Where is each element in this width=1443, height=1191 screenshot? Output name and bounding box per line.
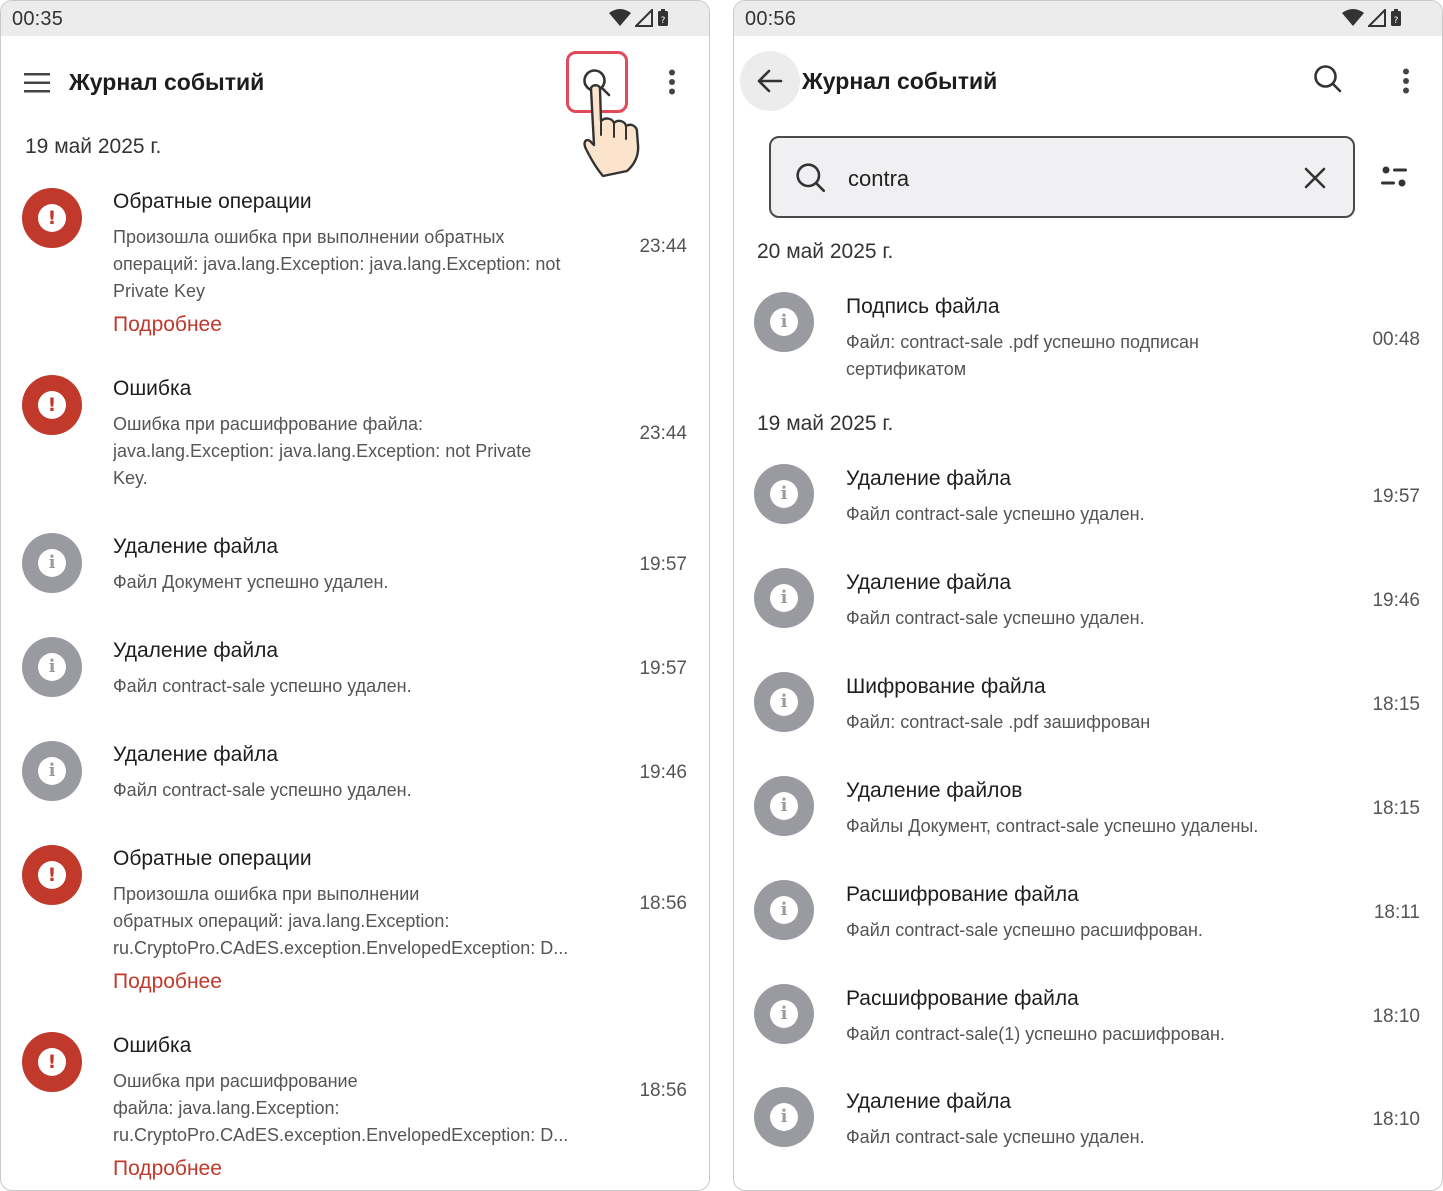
list-item[interactable]: i Удаление файла Файл contract-sale успе…: [1, 739, 709, 824]
battery-icon: ?: [658, 9, 668, 26]
list-item[interactable]: ! Обратные операции Произошла ошибка при…: [1, 843, 709, 1013]
info-icon: i: [754, 1087, 814, 1147]
list-item[interactable]: i Удаление файла Файл Документ успешно у…: [1, 531, 709, 616]
more-options-button[interactable]: [1386, 59, 1426, 103]
menu-button[interactable]: [17, 63, 57, 103]
cell-signal-icon: [635, 9, 653, 27]
info-icon: i: [754, 984, 814, 1044]
battery-icon: ?: [1391, 9, 1401, 26]
error-icon: !: [22, 375, 82, 435]
hamburger-icon: [24, 73, 50, 93]
search-field[interactable]: contra: [769, 136, 1355, 218]
details-link[interactable]: Подробнее: [113, 1157, 222, 1181]
screen-event-log: 00:35 ? Журнал событий 19 май 2025 г. ! …: [0, 0, 710, 1191]
filter-sliders-icon: [1381, 166, 1407, 187]
arrow-left-icon: [757, 69, 783, 93]
status-time: 00:56: [745, 8, 797, 30]
more-options-button[interactable]: [652, 60, 692, 104]
info-icon: i: [22, 637, 82, 697]
list-item[interactable]: i Удаление файла Файл contract-sale успе…: [734, 464, 1442, 549]
error-icon: !: [22, 1032, 82, 1092]
clear-search-button[interactable]: [1297, 160, 1333, 196]
details-link[interactable]: Подробнее: [113, 970, 222, 994]
screen-event-log-search: 00:56 ? Журнал событий contra 20 май 202…: [733, 0, 1443, 1191]
date-header: 19 май 2025 г.: [25, 135, 162, 158]
date-header: 20 май 2025 г.: [757, 240, 894, 263]
info-icon: i: [754, 568, 814, 628]
info-icon: i: [754, 880, 814, 940]
list-item[interactable]: i Шифрование файла Файл: contract-sale .…: [734, 672, 1442, 757]
list-item[interactable]: i Удаление файла Файл contract-sale успе…: [734, 1087, 1442, 1172]
info-icon: i: [22, 533, 82, 593]
list-item[interactable]: i Расшифрование файла Файл contract-sale…: [734, 984, 1442, 1069]
cell-signal-icon: [1368, 9, 1386, 27]
search-icon: [796, 163, 826, 193]
more-vertical-icon: [669, 69, 675, 95]
list-item[interactable]: i Удаление файла Файл contract-sale успе…: [734, 568, 1442, 653]
info-icon: i: [22, 741, 82, 801]
close-icon: [1304, 167, 1326, 189]
more-vertical-icon: [1403, 68, 1409, 94]
search-icon: [1314, 65, 1342, 93]
search-button[interactable]: [1302, 53, 1354, 105]
page-title: Журнал событий: [69, 69, 265, 95]
search-input[interactable]: contra: [848, 166, 909, 192]
list-item[interactable]: ! Ошибка Ошибка при расшифрование файла:…: [1, 373, 709, 513]
status-bar: 00:56 ?: [734, 1, 1442, 36]
svg-text:?: ?: [1394, 16, 1399, 26]
error-icon: !: [22, 845, 82, 905]
info-icon: i: [754, 672, 814, 732]
error-icon: !: [22, 188, 82, 248]
list-item[interactable]: ! Ошибка Ошибка при расшифрование файла:…: [1, 1030, 709, 1190]
list-item[interactable]: ! Обратные операции Произошла ошибка при…: [1, 186, 709, 356]
list-item[interactable]: i Подпись файла Файл: contract-sale .pdf…: [734, 292, 1442, 402]
wifi-icon: [1342, 9, 1364, 26]
back-button[interactable]: [740, 51, 800, 111]
page-title: Журнал событий: [802, 68, 998, 94]
info-icon: i: [754, 464, 814, 524]
status-time: 00:35: [12, 8, 64, 30]
svg-text:?: ?: [661, 16, 666, 26]
info-icon: i: [754, 776, 814, 836]
details-link[interactable]: Подробнее: [113, 313, 222, 337]
date-header: 19 май 2025 г.: [757, 412, 894, 435]
list-item[interactable]: i Удаление файлов Файлы Документ, contra…: [734, 776, 1442, 861]
list-item[interactable]: i Удаление файла Файл contract-sale успе…: [1, 635, 709, 720]
wifi-icon: [609, 9, 631, 26]
info-icon: i: [754, 292, 814, 352]
list-item[interactable]: i Расшифрование файла Файл contract-sale…: [734, 880, 1442, 965]
filter-button[interactable]: [1374, 157, 1414, 197]
status-bar: 00:35 ?: [1, 1, 709, 36]
